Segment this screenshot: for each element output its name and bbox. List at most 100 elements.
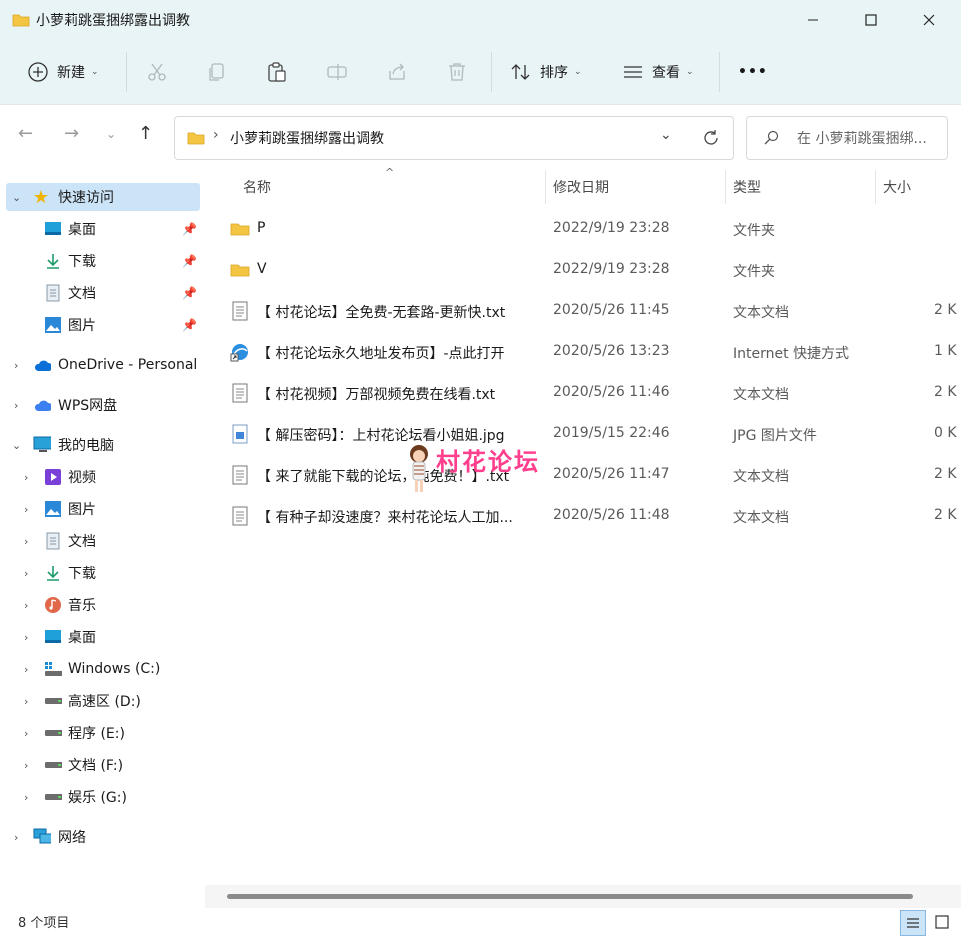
navigation-pane: ⌄ ★ 快速访问 桌面 📌 下载 📌 文档 📌 图片 📌 › OneDrive … (0, 170, 205, 885)
expand-chevron-icon[interactable]: › (14, 399, 18, 412)
expand-chevron-icon[interactable]: ⌄ (12, 191, 21, 204)
pin-icon[interactable]: 📌 (182, 254, 197, 268)
sidebar-item-this-pc[interactable]: ⌄ 我的电脑 (0, 431, 205, 459)
file-row[interactable]: 【 村花论坛】全免费-无套路-更新快.txt 2020/5/26 11:45 文… (225, 291, 961, 331)
breadcrumb-current[interactable]: 小萝莉跳蛋捆绑露出调教 (230, 128, 384, 148)
sidebar-item-drive-d[interactable]: › 高速区 (D:) (0, 687, 205, 715)
pin-icon[interactable]: 📌 (182, 286, 197, 300)
expand-chevron-icon[interactable]: › (24, 695, 28, 708)
sidebar-item-quick-access[interactable]: ⌄ ★ 快速访问 (6, 183, 200, 211)
file-date: 2019/5/15 22:46 (553, 425, 670, 441)
maximize-button[interactable] (848, 0, 894, 40)
pin-icon[interactable]: 📌 (182, 222, 197, 236)
expand-chevron-icon[interactable]: › (24, 631, 28, 644)
sidebar-item-label: 视频 (68, 470, 96, 486)
sort-ascending-icon: ^ (385, 166, 395, 179)
delete-button[interactable] (446, 52, 468, 92)
sidebar-item-label: 我的电脑 (58, 438, 114, 454)
sidebar-item-wps[interactable]: › WPS网盘 (0, 391, 205, 419)
sidebar-item-drive-c[interactable]: › Windows (C:) (0, 655, 205, 683)
more-icon: ••• (738, 64, 768, 80)
address-bar[interactable]: › 小萝莉跳蛋捆绑露出调教 ⌄ (174, 116, 734, 160)
expand-chevron-icon[interactable]: › (14, 359, 18, 372)
sort-icon (511, 64, 530, 80)
new-button[interactable]: 新建 ⌄ (27, 52, 99, 92)
sidebar-item-pc-pictures[interactable]: › 图片 (0, 495, 205, 523)
forward-arrow-icon[interactable]: → (64, 123, 79, 144)
refresh-icon[interactable] (702, 129, 720, 147)
minimize-icon (808, 19, 818, 21)
file-size: 2 K (934, 466, 957, 482)
expand-chevron-icon[interactable]: › (24, 471, 28, 484)
more-options-button[interactable]: ••• (738, 52, 768, 92)
file-row[interactable]: V 2022/9/19 23:28 文件夹 (225, 250, 961, 290)
scrollbar-thumb[interactable] (227, 894, 913, 899)
recent-locations-chevron-icon[interactable]: ⌄ (106, 127, 116, 141)
horizontal-scrollbar[interactable] (205, 885, 961, 908)
copy-button[interactable] (206, 52, 228, 92)
expand-chevron-icon[interactable]: › (24, 727, 28, 740)
sidebar-item-videos[interactable]: › 视频 (0, 463, 205, 491)
new-button-label: 新建 (57, 65, 85, 81)
expand-chevron-icon[interactable]: › (24, 503, 28, 516)
pin-icon[interactable]: 📌 (182, 318, 197, 332)
column-header-type[interactable]: 类型 (733, 170, 761, 204)
column-header-name-label: 名称 (243, 180, 271, 196)
expand-chevron-icon[interactable]: ⌄ (12, 439, 21, 452)
column-header-size[interactable]: 大小 (883, 170, 911, 204)
expand-chevron-icon[interactable]: › (24, 535, 28, 548)
file-row[interactable]: 【 村花论坛永久地址发布页】-点此打开 2020/5/26 13:23 Inte… (225, 332, 961, 372)
sidebar-item-label: 桌面 (68, 222, 96, 238)
close-button[interactable] (906, 0, 952, 40)
expand-chevron-icon[interactable]: › (14, 831, 18, 844)
paste-button[interactable] (266, 52, 288, 92)
sidebar-item-label: 程序 (E:) (68, 726, 125, 742)
expand-chevron-icon[interactable]: › (24, 791, 28, 804)
column-header-name[interactable]: 名称 (243, 170, 271, 204)
expand-chevron-icon[interactable]: › (24, 599, 28, 612)
column-divider[interactable] (545, 170, 546, 204)
column-divider[interactable] (725, 170, 726, 204)
file-row[interactable]: 【 有种子却没速度？来村花论坛人工加... 2020/5/26 11:48 文本… (225, 496, 961, 536)
sidebar-item-pc-desktop[interactable]: › 桌面 (0, 623, 205, 651)
share-button[interactable] (386, 52, 408, 92)
view-button[interactable]: 查看 ⌄ (622, 52, 694, 92)
file-row[interactable]: P 2022/9/19 23:28 文件夹 (225, 209, 961, 249)
sort-button[interactable]: 排序 ⌄ (510, 52, 582, 92)
back-arrow-icon[interactable]: ← (18, 123, 33, 144)
sidebar-item-pc-downloads[interactable]: › 下载 (0, 559, 205, 587)
folder-icon (12, 14, 30, 27)
large-icons-view-button[interactable] (930, 910, 954, 934)
folder-icon (187, 132, 205, 145)
minimize-button[interactable] (790, 0, 836, 40)
file-row[interactable]: 【 村花视频】万部视频免费在线看.txt 2020/5/26 11:46 文本文… (225, 373, 961, 413)
sidebar-item-downloads[interactable]: 下载 📌 (0, 247, 205, 275)
address-dropdown-icon[interactable]: ⌄ (660, 127, 672, 143)
sidebar-item-drive-f[interactable]: › 文档 (F:) (0, 751, 205, 779)
sidebar-item-pictures[interactable]: 图片 📌 (0, 311, 205, 339)
details-view-button[interactable] (900, 910, 926, 936)
file-row[interactable]: 【 来了就能下载的论坛，纯免费！】.txt 2020/5/26 11:47 文本… (225, 455, 961, 495)
sidebar-item-network[interactable]: › 网络 (0, 823, 205, 851)
sidebar-item-drive-g[interactable]: › 娱乐 (G:) (0, 783, 205, 811)
expand-chevron-icon[interactable]: › (24, 663, 28, 676)
sidebar-item-pc-documents[interactable]: › 文档 (0, 527, 205, 555)
download-icon (44, 252, 62, 270)
up-arrow-icon[interactable]: ↑ (138, 123, 153, 144)
column-divider[interactable] (875, 170, 876, 204)
file-row[interactable]: 【 解压密码】：上村花论坛看小姐姐.jpg 2019/5/15 22:46 JP… (225, 414, 961, 454)
rename-button[interactable] (326, 52, 348, 92)
search-box[interactable]: 在 小萝莉跳蛋捆绑... (746, 116, 948, 160)
sidebar-item-drive-e[interactable]: › 程序 (E:) (0, 719, 205, 747)
command-bar: 新建 ⌄ 排序 ⌄ 查看 ⌄ ••• (0, 40, 961, 105)
expand-chevron-icon[interactable]: › (24, 567, 28, 580)
sidebar-item-label: 图片 (68, 502, 96, 518)
sidebar-item-onedrive[interactable]: › OneDrive - Personal (0, 351, 205, 379)
sidebar-item-music[interactable]: › 音乐 (0, 591, 205, 619)
sidebar-item-documents[interactable]: 文档 📌 (0, 279, 205, 307)
expand-chevron-icon[interactable]: › (24, 759, 28, 772)
status-bar: 8 个项目 (0, 908, 961, 936)
column-header-date[interactable]: 修改日期 (553, 170, 609, 204)
sidebar-item-desktop[interactable]: 桌面 📌 (0, 215, 205, 243)
cut-button[interactable] (146, 52, 168, 92)
